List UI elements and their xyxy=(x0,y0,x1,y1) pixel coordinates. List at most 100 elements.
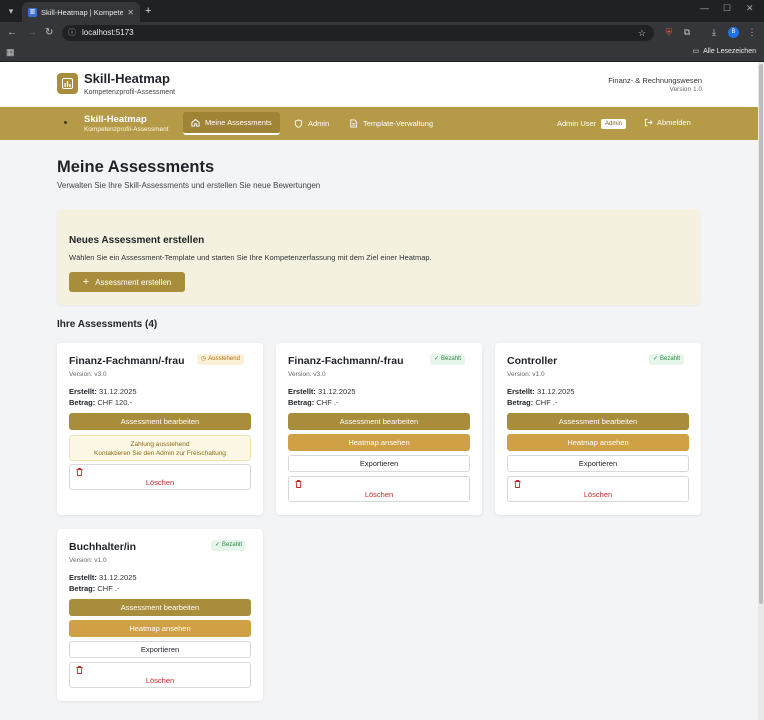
trash-icon xyxy=(514,480,521,488)
delete-label: Löschen xyxy=(583,490,613,499)
status-badge: ✓ Bezahlt xyxy=(211,540,247,551)
card-title: Finanz-Fachmann/-frau xyxy=(69,355,185,367)
card-title: Buchhalter/in xyxy=(69,541,137,553)
profile-avatar[interactable]: B xyxy=(728,27,739,38)
trash-icon xyxy=(76,666,83,674)
menu-kebab-icon[interactable]: ⋮ xyxy=(747,27,757,37)
tab-search-icon[interactable]: ▾ xyxy=(4,4,18,18)
check-circle-icon: ✓ xyxy=(215,542,221,548)
delete-button[interactable]: Löschen xyxy=(69,662,251,688)
all-bookmarks-label: Alle Lesezeichen xyxy=(703,47,756,55)
site-info-icon[interactable]: ⓘ xyxy=(68,25,76,41)
trash-icon xyxy=(295,480,302,488)
org-name: Finanz- & Rechnungswesen xyxy=(608,76,702,85)
nav-item-admin[interactable]: Admin xyxy=(286,112,337,135)
back-icon[interactable]: ← xyxy=(7,26,17,40)
extensions-puzzle-icon[interactable]: ⧉ xyxy=(682,27,692,37)
minimize-icon[interactable]: — xyxy=(700,3,709,13)
created-value: 31.12.2025 xyxy=(99,387,137,396)
logout-icon xyxy=(644,118,653,127)
logout-label: Abmelden xyxy=(657,118,691,127)
export-button[interactable]: Exportieren xyxy=(69,641,251,658)
plus-icon: + xyxy=(82,275,90,288)
amount-label: Betrag: xyxy=(507,398,534,407)
notice-text: Kontaktieren Sie den Admin zur Freischal… xyxy=(94,450,226,457)
address-bar[interactable]: ⓘ localhost:5173 ☆ xyxy=(62,25,654,41)
role-badge: Admin xyxy=(601,119,627,129)
assessments-section-title: Ihre Assessments (4) xyxy=(57,319,158,330)
view-heatmap-button[interactable]: Heatmap ansehen xyxy=(507,434,689,451)
status-label: Bezahlt xyxy=(222,542,243,548)
nav-brand[interactable]: Skill-Heatmap xyxy=(84,114,147,125)
page-scrollbar[interactable] xyxy=(758,62,764,720)
new-tab-icon[interactable]: + xyxy=(145,4,151,18)
assessment-card: Finanz-Fachmann/-frau ◷ Ausstehend Versi… xyxy=(57,343,263,515)
edit-assessment-button[interactable]: Assessment bearbeiten xyxy=(69,599,251,616)
amount-row: Betrag: CHF .- xyxy=(288,398,338,407)
card-title: Controller xyxy=(507,355,558,367)
favicon-icon: ▥ xyxy=(28,7,37,17)
forward-icon[interactable]: → xyxy=(27,26,37,40)
assessment-card: Controller ✓ Bezahlt Version: v1.0 Erste… xyxy=(495,343,701,515)
page-title: Meine Assessments xyxy=(57,158,215,176)
tab-title: Skill-Heatmap | Kompetenzpr... xyxy=(41,7,124,17)
amount-label: Betrag: xyxy=(69,584,96,593)
extension-shield-icon[interactable]: ⛨ xyxy=(664,27,674,37)
amount-row: Betrag: CHF .- xyxy=(69,584,119,593)
status-badge: ◷ Ausstehend xyxy=(197,354,244,365)
browser-tab[interactable]: ▥ Skill-Heatmap | Kompetenzpr... ✕ xyxy=(22,2,140,22)
create-assessment-button[interactable]: + Assessment erstellen xyxy=(69,272,185,292)
download-icon[interactable]: ⤓ xyxy=(709,27,719,37)
edit-assessment-button[interactable]: Assessment bearbeiten xyxy=(288,413,470,430)
all-bookmarks-button[interactable]: ▭ Alle Lesezeichen xyxy=(692,47,756,56)
delete-button[interactable]: Löschen xyxy=(69,464,251,490)
notice-title: Zahlung ausstehend xyxy=(130,441,190,448)
page-description: Verwalten Sie Ihre Skill-Assessments und… xyxy=(57,181,321,190)
export-button[interactable]: Exportieren xyxy=(507,455,689,472)
amount-value: CHF 120.- xyxy=(97,398,132,407)
close-window-icon[interactable]: ✕ xyxy=(746,3,754,14)
card-title: Finanz-Fachmann/-frau xyxy=(288,355,404,367)
nav-item-my-assessments[interactable]: Meine Assessments xyxy=(183,112,280,135)
apps-grid-icon[interactable]: ▦ xyxy=(6,47,15,58)
export-button[interactable]: Exportieren xyxy=(288,455,470,472)
amount-label: Betrag: xyxy=(288,398,315,407)
bookmark-star-icon[interactable]: ☆ xyxy=(638,25,646,41)
create-panel-description: Wählen Sie ein Assessment-Template und s… xyxy=(69,253,432,262)
payment-pending-notice: Zahlung ausstehend Kontaktieren Sie den … xyxy=(69,435,251,461)
check-circle-icon: ✓ xyxy=(434,356,440,362)
view-heatmap-button[interactable]: Heatmap ansehen xyxy=(69,620,251,637)
view-heatmap-button[interactable]: Heatmap ansehen xyxy=(288,434,470,451)
close-tab-icon[interactable]: ✕ xyxy=(127,8,134,17)
home-icon xyxy=(191,118,200,127)
created-row: Erstellt: 31.12.2025 xyxy=(69,573,137,582)
main-navbar: Skill-Heatmap Kompetenzprofil-Assessment… xyxy=(0,107,758,140)
assessment-card: Buchhalter/in ✓ Bezahlt Version: v1.0 Er… xyxy=(57,529,263,701)
app-version: Version 1.0 xyxy=(669,86,702,93)
maximize-icon[interactable]: ☐ xyxy=(723,3,731,14)
created-label: Erstellt: xyxy=(507,387,535,396)
nav-item-label: Admin xyxy=(308,119,330,128)
logout-button[interactable]: Abmelden xyxy=(644,118,691,127)
created-label: Erstellt: xyxy=(69,387,97,396)
status-label: Ausstehend xyxy=(208,356,240,362)
browser-toolbar: ← → ↻ ⓘ localhost:5173 ☆ ⛨ ⧉ ⤓ B ⋮ xyxy=(0,22,764,44)
edit-assessment-button[interactable]: Assessment bearbeiten xyxy=(507,413,689,430)
shield-icon xyxy=(294,119,303,128)
page-viewport: Skill-Heatmap Kompetenzprofil-Assessment… xyxy=(0,62,758,720)
scrollbar-thumb[interactable] xyxy=(759,64,763,604)
delete-button[interactable]: Löschen xyxy=(288,476,470,502)
delete-button[interactable]: Löschen xyxy=(507,476,689,502)
check-circle-icon: ✓ xyxy=(653,356,659,362)
edit-assessment-button[interactable]: Assessment bearbeiten xyxy=(69,413,251,430)
nav-item-template-management[interactable]: Template-Verwaltung xyxy=(341,112,441,135)
created-label: Erstellt: xyxy=(288,387,316,396)
created-value: 31.12.2025 xyxy=(537,387,575,396)
status-badge: ✓ Bezahlt xyxy=(649,354,685,365)
amount-row: Betrag: CHF 120.- xyxy=(69,398,132,407)
app-header: Skill-Heatmap Kompetenzprofil-Assessment… xyxy=(0,62,758,107)
reload-icon[interactable]: ↻ xyxy=(45,26,53,40)
create-panel-title: Neues Assessment erstellen xyxy=(69,235,205,246)
delete-label: Löschen xyxy=(145,478,175,487)
browser-tab-bar: ▾ ▥ Skill-Heatmap | Kompetenzpr... ✕ + —… xyxy=(0,0,764,22)
